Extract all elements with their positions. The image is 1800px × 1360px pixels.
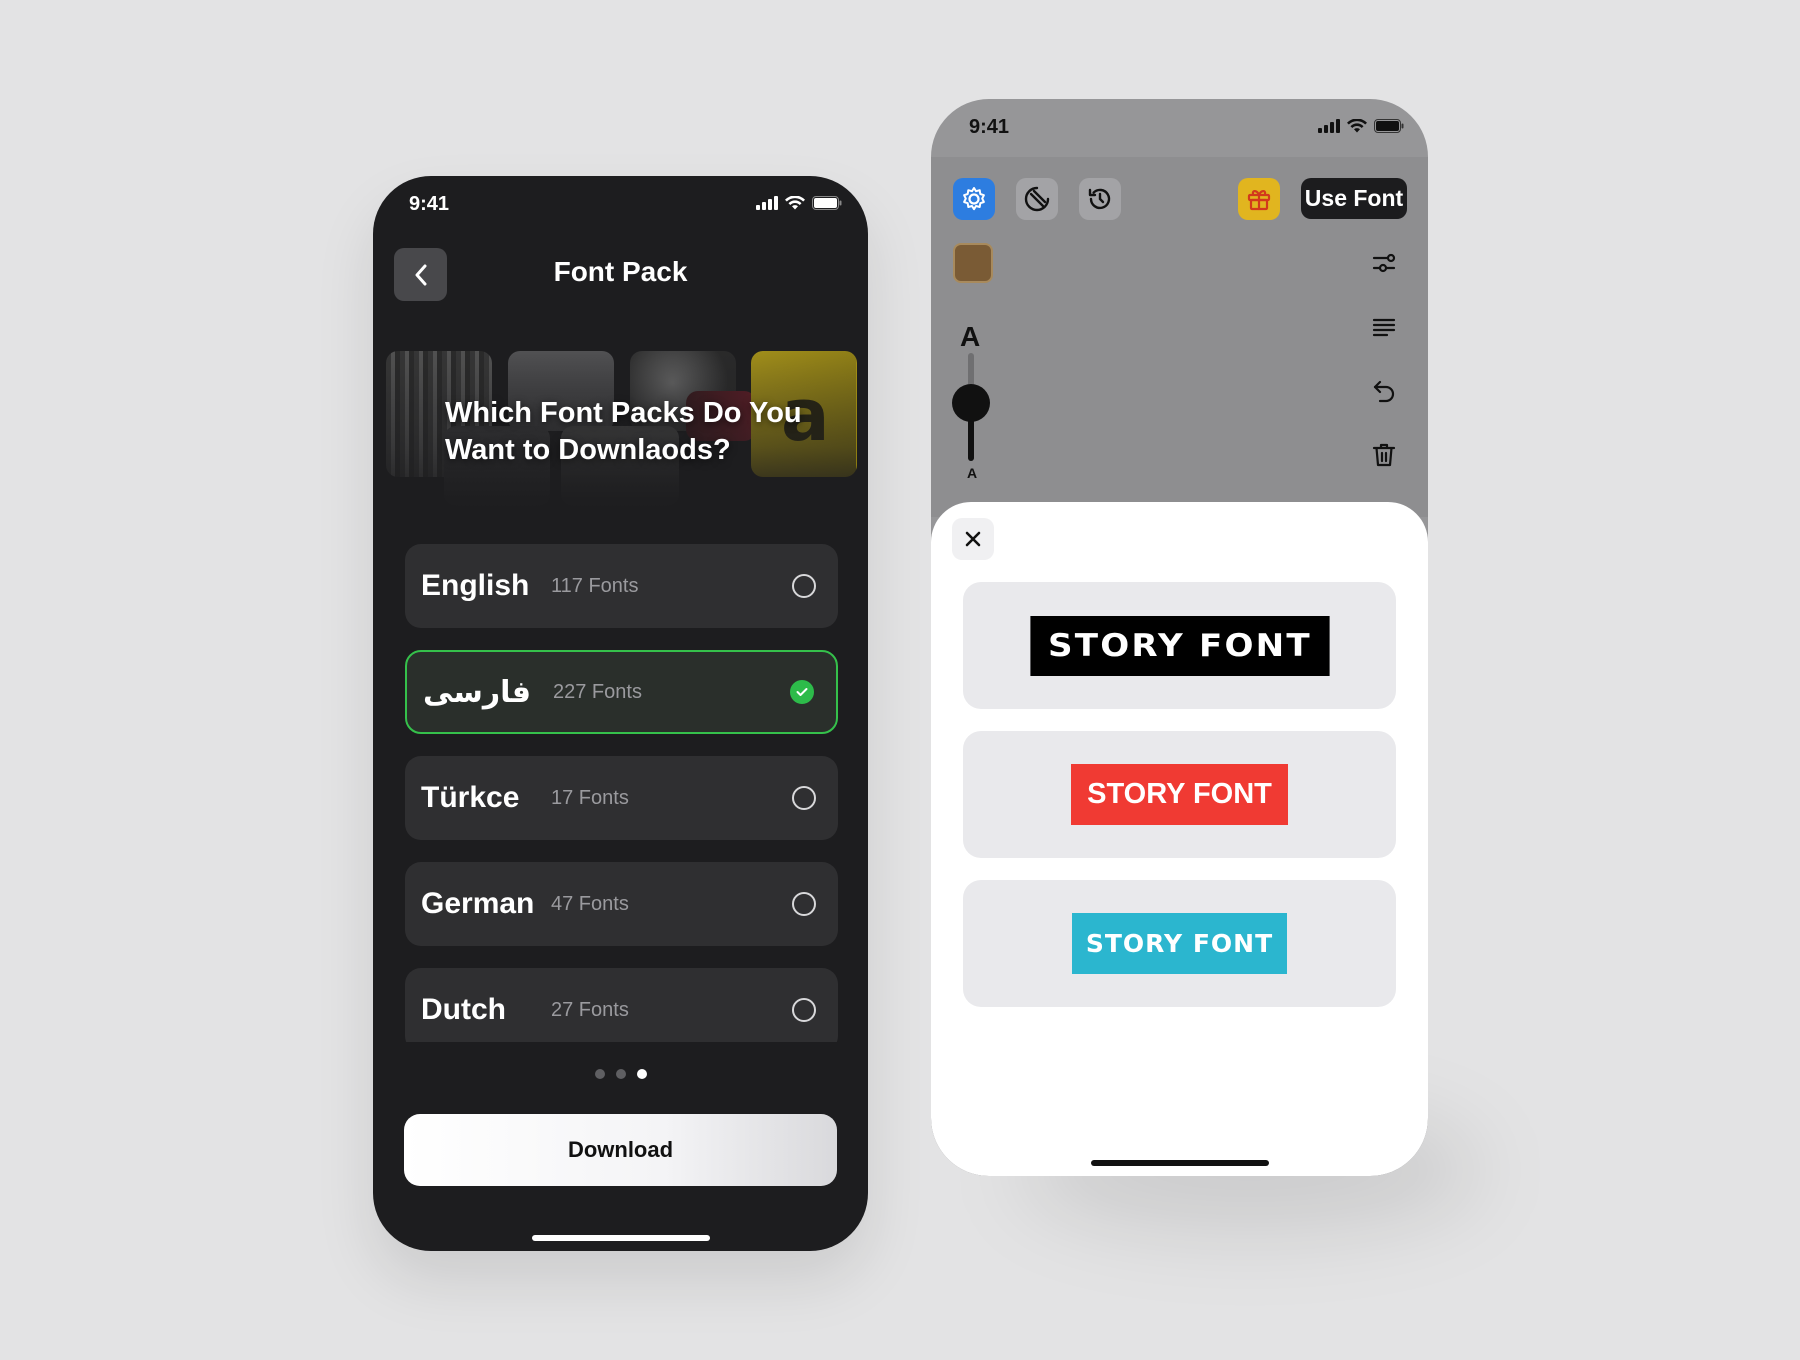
- language-item-turkce[interactable]: Türkce 17 Fonts: [405, 756, 838, 840]
- font-bottom-sheet: STORY FONT STORY FONT STORY FONT: [931, 502, 1428, 1176]
- signal-icon: [756, 196, 778, 210]
- gift-button[interactable]: [1238, 178, 1280, 220]
- sticker-icon: [1024, 186, 1050, 212]
- align-button[interactable]: [1363, 306, 1405, 348]
- font-count: 47 Fonts: [551, 892, 629, 915]
- radio-button[interactable]: [792, 998, 816, 1022]
- settings-icon: [963, 187, 985, 211]
- status-time: 9:41: [409, 193, 450, 215]
- close-icon: [965, 531, 981, 547]
- home-indicator: [531, 1235, 710, 1241]
- font-sample: STORY FONT: [1029, 615, 1330, 676]
- delete-button[interactable]: [1363, 434, 1405, 476]
- hero-title: Which Font Packs Do You Want to Downlaod…: [445, 397, 802, 466]
- battery-icon: [812, 196, 842, 210]
- color-swatch[interactable]: [953, 243, 993, 283]
- settings-button[interactable]: [953, 178, 995, 220]
- language-name: English: [421, 569, 530, 602]
- language-name: Türkce: [421, 781, 520, 814]
- text-size-large-label: A: [960, 321, 981, 352]
- undo-button[interactable]: [1363, 370, 1405, 412]
- font-option-card[interactable]: STORY FONT: [963, 731, 1396, 858]
- history-button[interactable]: [1079, 178, 1121, 220]
- font-option-card[interactable]: STORY FONT: [963, 582, 1396, 709]
- font-pack-screen: 9:41 Font Pack a Which Font Packs Do You…: [373, 176, 868, 1251]
- status-bar: 9:41: [373, 176, 868, 236]
- download-button[interactable]: Download: [404, 1114, 837, 1186]
- page-dot-active[interactable]: [636, 1069, 647, 1079]
- language-item-english[interactable]: English 117 Fonts: [405, 544, 838, 628]
- font-count: 227 Fonts: [553, 680, 642, 703]
- font-sample: STORY FONT: [1071, 913, 1288, 974]
- font-sample: STORY FONT: [1071, 764, 1288, 825]
- history-icon: [1088, 188, 1111, 210]
- radio-button[interactable]: [792, 786, 816, 810]
- status-icons: [756, 196, 842, 210]
- language-name: Dutch: [421, 993, 506, 1026]
- battery-icon: [1374, 119, 1404, 133]
- status-time: 9:41: [969, 116, 1010, 138]
- page-indicator: [373, 1069, 868, 1079]
- text-size-small-label: A: [967, 465, 978, 481]
- radio-button[interactable]: [792, 892, 816, 916]
- language-item-farsi[interactable]: فارسی 227 Fonts: [405, 650, 838, 734]
- font-count: 117 Fonts: [551, 574, 639, 597]
- radio-button-checked[interactable]: [790, 680, 814, 704]
- language-name: German: [421, 887, 535, 920]
- page-dot[interactable]: [594, 1069, 605, 1079]
- undo-icon: [1373, 380, 1395, 403]
- wifi-icon: [785, 196, 805, 210]
- adjust-icon: [1372, 253, 1396, 273]
- adjust-button[interactable]: [1363, 242, 1405, 284]
- trash-icon: [1372, 443, 1396, 467]
- font-option-card[interactable]: STORY FONT: [963, 880, 1396, 1007]
- home-indicator: [1090, 1160, 1269, 1166]
- language-list: English 117 Fonts فارسی 227 Fonts Türkce…: [405, 544, 838, 1042]
- checkmark-icon: [796, 688, 808, 696]
- sticker-button[interactable]: [1016, 178, 1058, 220]
- language-item-german[interactable]: German 47 Fonts: [405, 862, 838, 946]
- font-count: 17 Fonts: [551, 786, 629, 809]
- font-picker-screen: 9:41 Use Font A A STORY FONT STORY FONT …: [931, 99, 1428, 1176]
- use-font-button[interactable]: Use Font: [1301, 178, 1407, 219]
- wifi-icon: [1347, 119, 1367, 133]
- text-size-slider-knob[interactable]: [952, 384, 990, 422]
- status-bar: 9:41: [931, 99, 1428, 159]
- page-title: Font Pack: [553, 256, 688, 287]
- font-count: 27 Fonts: [551, 998, 629, 1021]
- hero-banner: a Which Font Packs Do You Want to Downla…: [386, 351, 857, 511]
- language-item-dutch[interactable]: Dutch 27 Fonts: [405, 968, 838, 1042]
- gift-icon: [1247, 190, 1271, 211]
- close-button[interactable]: [952, 518, 994, 560]
- radio-button[interactable]: [792, 574, 816, 598]
- signal-icon: [1318, 119, 1340, 133]
- page-dot[interactable]: [615, 1069, 626, 1079]
- status-icons: [1318, 119, 1404, 133]
- align-icon: [1372, 318, 1396, 337]
- language-name: فارسی: [423, 675, 532, 709]
